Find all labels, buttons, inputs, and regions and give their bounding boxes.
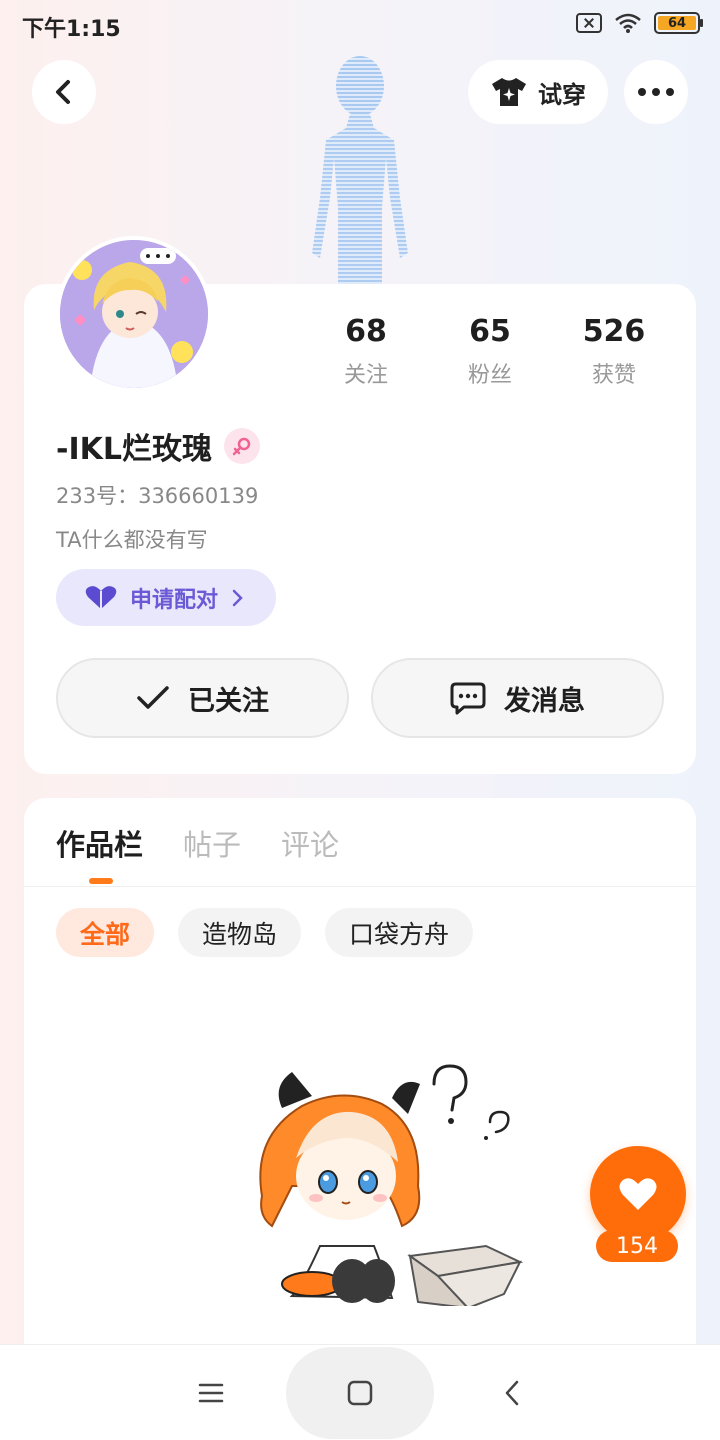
menu-icon[interactable] [193,1375,229,1411]
wifi-icon [615,13,641,33]
works-filters: 全部 造物岛 口袋方舟 [56,908,474,957]
nickname-row: -IKL烂玫瑰 [56,424,260,468]
tab-divider [24,886,696,887]
heart-icon [619,1178,657,1210]
stat-followers[interactable]: 65 粉丝 [428,314,552,389]
avatar-image [60,240,208,388]
message-icon [450,682,486,715]
nickname: -IKL烂玫瑰 [56,432,212,467]
avatar[interactable] [56,236,212,392]
filter-creation-island[interactable]: 造物岛 [178,908,302,957]
home-square-icon [347,1380,373,1406]
try-on-button[interactable]: 试穿 [468,60,608,124]
like-button[interactable] [590,1146,686,1242]
stat-value: 68 [345,314,387,349]
tshirt-sparkle-icon [492,78,526,106]
user-id: 233号：336660139 [56,484,259,508]
chevron-right-icon [232,589,243,606]
heart-pair-icon [85,585,117,609]
female-icon [223,428,260,464]
sim-off-icon [576,13,602,33]
works-card: 作品栏 帖子 评论 全部 造物岛 口袋方舟 [24,798,696,1358]
tab-posts[interactable]: 帖子 [183,822,241,864]
followed-button[interactable]: 已关注 [56,658,349,738]
more-button[interactable] [624,60,688,124]
back-icon[interactable] [494,1375,530,1411]
stat-likes[interactable]: 526 获赞 [552,314,676,389]
bio: TA什么都没有写 [56,528,208,552]
like-count: 154 [596,1230,678,1262]
stat-value: 526 [582,314,646,349]
tab-comments[interactable]: 评论 [281,822,339,864]
status-time: 下午1:15 [22,17,121,42]
stat-value: 65 [469,314,511,349]
battery-icon: 64 [654,12,703,34]
battery-level: 64 [658,16,696,31]
followed-label: 已关注 [188,685,269,717]
status-bar: 下午1:15 64 [0,0,720,50]
empty-state-illustration [259,1064,524,1306]
filter-all[interactable]: 全部 [56,908,155,957]
stat-label: 关注 [343,363,388,388]
home-button[interactable] [286,1347,434,1439]
send-message-label: 发消息 [504,685,585,717]
stat-label: 获赞 [591,363,636,388]
more-horizontal-icon [638,88,674,96]
status-icons: 64 [576,12,703,34]
chevron-left-icon [56,80,70,104]
apply-pair-label: 申请配对 [130,587,219,613]
try-on-label: 试穿 [538,80,586,109]
back-button[interactable] [32,60,96,124]
apply-pair-button[interactable]: 申请配对 [56,569,276,626]
stat-label: 粉丝 [467,363,512,388]
check-icon [137,686,169,709]
profile-stats: 68 关注 65 粉丝 526 获赞 [304,314,676,389]
tab-works[interactable]: 作品栏 [56,822,143,864]
stat-following[interactable]: 68 关注 [304,314,428,389]
send-message-button[interactable]: 发消息 [371,658,664,738]
avatar-hologram [312,56,408,288]
profile-actions: 已关注 发消息 [56,658,664,738]
tab-indicator [89,878,113,884]
filter-pocket-ark[interactable]: 口袋方舟 [325,908,474,957]
works-tabs: 作品栏 帖子 评论 [56,822,339,864]
system-nav-bar [0,1344,720,1440]
